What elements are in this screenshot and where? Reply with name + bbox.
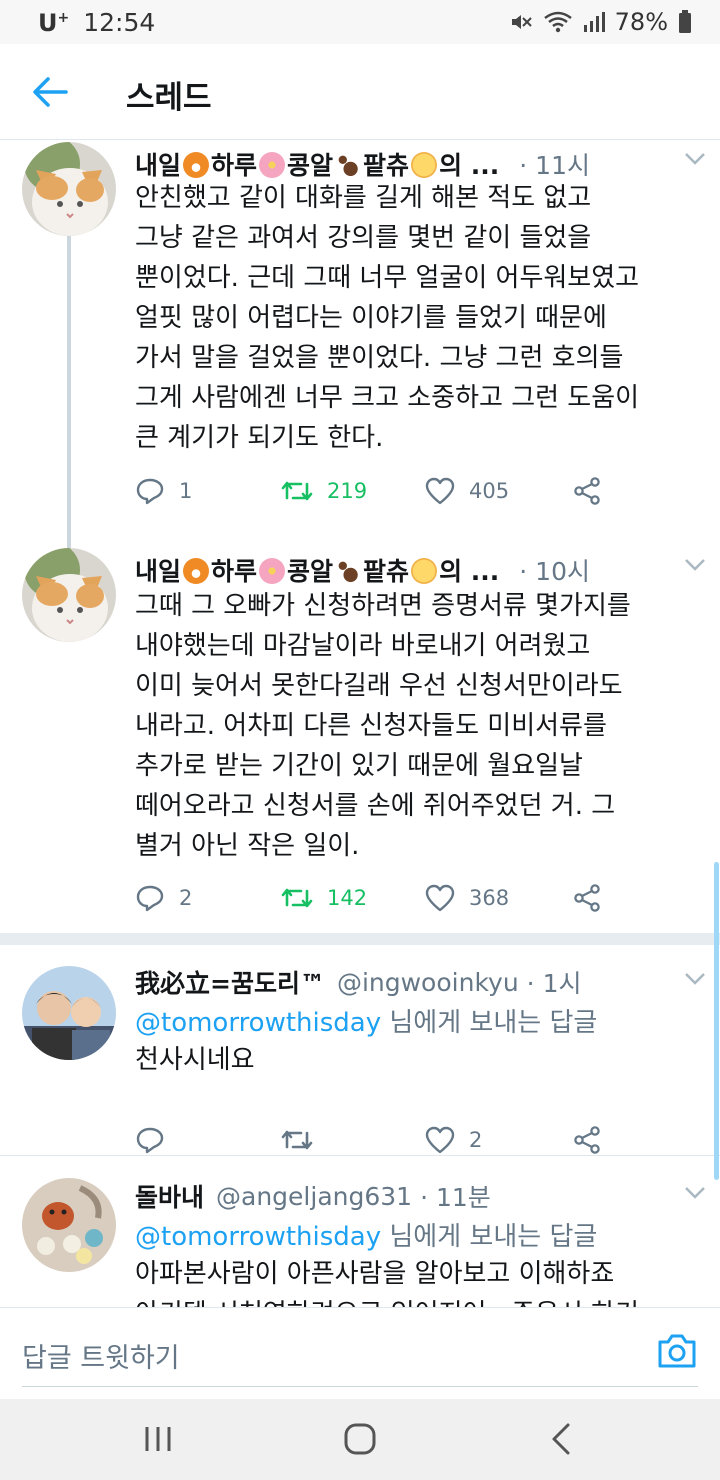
share-button[interactable]: [573, 878, 601, 918]
reply-input[interactable]: 답글 트윗하기: [22, 1336, 180, 1375]
share-button[interactable]: [573, 1120, 601, 1160]
tweet-actions: 2 142 368: [135, 878, 615, 918]
display-name[interactable]: 내일 하루 콩알 팥츄 의 ...: [135, 146, 499, 182]
tweet-divider: [0, 1155, 720, 1156]
reply-icon: [136, 885, 164, 912]
back-nav-icon[interactable]: [542, 1421, 582, 1457]
tweet-time: · 1시: [526, 969, 582, 998]
mute-icon: [511, 15, 532, 29]
paw-prints-icon: [335, 152, 362, 178]
arrow-left-icon[interactable]: [30, 74, 70, 110]
baby-face-icon: [411, 152, 438, 178]
mention-link[interactable]: @tomorrowthisday: [135, 1008, 381, 1038]
reply-icon: [136, 478, 164, 505]
section-divider: [0, 933, 720, 945]
like-count: 405: [469, 479, 510, 503]
tweet-time: · 10시: [519, 557, 590, 586]
retweet-button[interactable]: [281, 1120, 327, 1160]
reply-button[interactable]: [135, 1120, 179, 1160]
tweet-time: · 11분: [420, 1183, 491, 1212]
tweet-header: 我必立=꿈도리™ @ingwooinkyu · 1시: [135, 962, 700, 1002]
status-time: 12:54: [83, 8, 156, 37]
reply-count: 1: [179, 479, 193, 503]
user-handle[interactable]: @angeljang631: [216, 1182, 412, 1211]
recent-apps-icon[interactable]: [138, 1421, 178, 1457]
tweet-actions: 2: [135, 1120, 615, 1160]
heart-icon: [425, 477, 455, 505]
tweet-time: · 11시: [519, 151, 590, 180]
chevron-down-icon[interactable]: [684, 152, 706, 166]
thread-feed[interactable]: 내일 하루 콩알 팥츄 의 ... · 11시 안친했고 같이 대화를 길게 해본 적도…: [0, 140, 720, 1307]
chevron-down-icon[interactable]: [684, 972, 706, 986]
app-header: 스레드: [0, 44, 720, 140]
retweet-count: 142: [327, 886, 368, 910]
tweet[interactable]: 내일 하루 콩알 팥츄 의 ... · 11시 안친했고 같이 대화를 길게 해본 적도…: [0, 140, 720, 530]
carrier-label: U+: [38, 9, 70, 37]
tweet-text: 아파본사람이 아픈사람을 알아보고 이해하죠 아키텍 시처연하려으로 있어지어 …: [135, 1259, 639, 1307]
cherry-blossom-icon: [259, 558, 286, 584]
chevron-down-icon[interactable]: [684, 1186, 706, 1200]
mention-link[interactable]: @tomorrowthisday: [135, 1222, 381, 1252]
share-icon: [574, 1126, 600, 1154]
status-bar: U+ 12:54 78%: [0, 0, 720, 44]
home-icon[interactable]: [340, 1421, 380, 1457]
cherry-blossom-icon: [259, 152, 286, 178]
system-nav-bar: [0, 1399, 720, 1480]
tweet-text: 그때 그 오빠가 신청하려면 증명서류 몇가지를 내야했는데 마감날이라 바로내…: [135, 591, 631, 861]
retweet-count: 219: [327, 479, 368, 503]
share-icon: [574, 477, 600, 505]
share-icon: [574, 884, 600, 912]
avatar[interactable]: [22, 142, 116, 236]
tweet-header: 내일 하루 콩알 팥츄 의 ... · 10시: [135, 550, 700, 590]
reply-context: @tomorrowthisday 님에게 보내는 답글: [135, 1222, 598, 1252]
retweet-icon: [281, 888, 313, 908]
battery-percent: 78%: [614, 8, 668, 36]
reply-button[interactable]: 2: [135, 878, 192, 918]
tweet-text: 안친했고 같이 대화를 길게 해본 적도 없고 그냥 같은 과여서 강의를 몇번…: [135, 183, 640, 453]
wifi-icon: [543, 11, 572, 33]
paw-prints-icon: [335, 558, 362, 584]
reply-icon: [136, 1127, 164, 1154]
scrollbar[interactable]: [714, 862, 719, 1180]
user-handle[interactable]: @ingwooinkyu: [337, 968, 519, 997]
tweet-text: 천사시네요: [135, 1045, 255, 1075]
fox-emoji-icon: [183, 152, 210, 178]
retweet-icon: [281, 1130, 313, 1150]
like-count: 368: [469, 886, 510, 910]
like-count: 2: [469, 1128, 483, 1152]
tweet[interactable]: 돌바내 @angeljang631 · 11분 @tomorrowthisday…: [0, 1174, 720, 1307]
tweet-header: 돌바내 @angeljang631 · 11분: [135, 1176, 700, 1216]
heart-icon: [425, 884, 455, 912]
baby-face-icon: [411, 558, 438, 584]
reply-count: 2: [179, 886, 193, 910]
composer-underline: [22, 1386, 698, 1387]
tweet[interactable]: 내일 하루 콩알 팥츄 의 ... · 10시 그때 그 오빠가 신청하려면 증명서류 …: [0, 546, 720, 936]
signal-icon: [583, 12, 605, 32]
heart-icon: [425, 1126, 455, 1154]
camera-icon[interactable]: [656, 1330, 698, 1370]
share-button[interactable]: [573, 471, 601, 511]
like-button[interactable]: 405: [425, 471, 509, 511]
avatar[interactable]: [22, 548, 116, 642]
tweet-actions: 1 219 405: [135, 471, 615, 511]
like-button[interactable]: 368: [425, 878, 509, 918]
reply-context: @tomorrowthisday 님에게 보내는 답글: [135, 1008, 598, 1038]
reply-button[interactable]: 1: [135, 471, 192, 511]
retweet-button[interactable]: 142: [281, 878, 367, 918]
display-name[interactable]: 내일 하루 콩알 팥츄 의 ...: [135, 552, 499, 588]
display-name[interactable]: 我必立=꿈도리™: [135, 964, 325, 1000]
display-name[interactable]: 돌바내: [135, 1178, 204, 1214]
fox-emoji-icon: [183, 558, 210, 584]
chevron-down-icon[interactable]: [684, 558, 706, 572]
page-title: 스레드: [126, 80, 212, 116]
avatar[interactable]: [22, 1178, 116, 1272]
retweet-icon: [281, 481, 313, 501]
avatar[interactable]: [22, 966, 116, 1060]
retweet-button[interactable]: 219: [281, 471, 367, 511]
tweet[interactable]: 我必立=꿈도리™ @ingwooinkyu · 1시 @tomorrowthis…: [0, 960, 720, 1154]
reply-composer: 답글 트윗하기: [0, 1307, 720, 1399]
like-button[interactable]: 2: [425, 1120, 482, 1160]
battery-icon: [679, 10, 691, 33]
